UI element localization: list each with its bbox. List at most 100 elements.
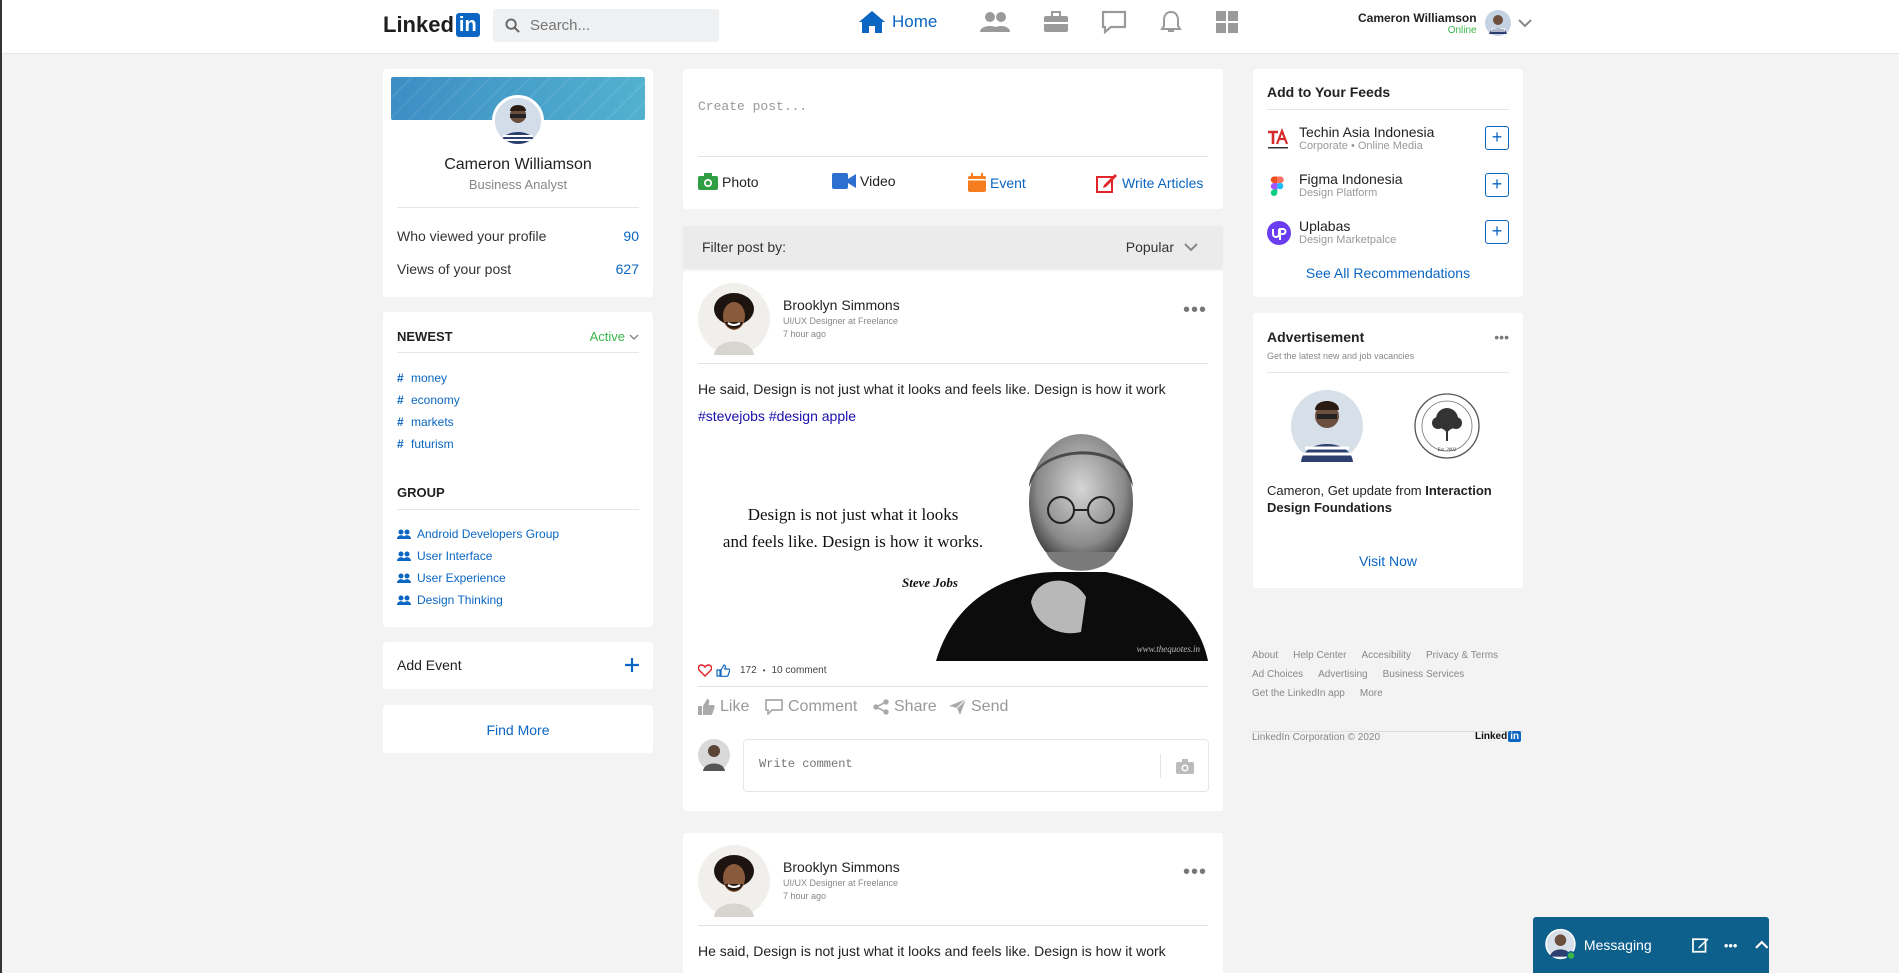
footer-link[interactable]: About: [1252, 650, 1278, 661]
send-button[interactable]: Send: [949, 698, 1008, 716]
tag-label: futurism: [411, 437, 454, 451]
comment-box: [743, 739, 1209, 792]
messaging-bar[interactable]: Messaging •••: [1533, 917, 1769, 973]
nav-messages[interactable]: [1101, 10, 1127, 34]
tag-money[interactable]: # money: [397, 371, 447, 385]
send-icon: [949, 699, 966, 715]
briefcase-icon: [1044, 11, 1069, 32]
user-status: Online: [1447, 24, 1477, 36]
comment-button[interactable]: Comment: [765, 698, 857, 716]
footer-links-row: About Help Center Accesibility Privacy & Te…: [1252, 650, 1513, 661]
footer-link[interactable]: More: [1360, 688, 1383, 699]
seal-text: Est. 2002: [1438, 448, 1457, 453]
reaction-summary[interactable]: 172 • 10 comment: [698, 664, 827, 677]
follow-plus-button[interactable]: +: [1485, 126, 1509, 150]
comment-icon: [765, 699, 783, 715]
author-avatar[interactable]: [698, 283, 770, 355]
post-image[interactable]: Design is not just what it looks and fee…: [698, 432, 1208, 661]
footer-links-row: Ad Choices Advertising Business Services: [1252, 669, 1479, 680]
nav-home[interactable]: Home: [858, 10, 937, 34]
compose-icon[interactable]: [1692, 936, 1709, 954]
footer-link[interactable]: Help Center: [1293, 650, 1346, 661]
chat-icon: [1102, 10, 1127, 34]
footer-link[interactable]: Privacy & Terms: [1426, 650, 1498, 661]
footer-link[interactable]: Accesibility: [1362, 650, 1411, 661]
write-articles-button[interactable]: Write Articles: [1096, 173, 1203, 193]
create-post-card: Create post... Photo Video Event Write A…: [683, 69, 1223, 209]
feeds-heading: Add to Your Feeds: [1267, 84, 1391, 100]
more-options-icon[interactable]: •••: [1183, 299, 1207, 322]
group-item[interactable]: Design Thinking: [397, 593, 503, 607]
event-button[interactable]: Event: [968, 173, 1026, 192]
active-label: Active: [589, 329, 625, 344]
more-options-icon[interactable]: •••: [1183, 861, 1207, 884]
more-options-icon[interactable]: •••: [1724, 938, 1738, 953]
profile-name[interactable]: Cameron Williamson: [383, 156, 653, 174]
divider: [397, 207, 639, 208]
profile-avatar[interactable]: [492, 95, 544, 147]
search-input[interactable]: [530, 17, 700, 34]
profile-stat-viewers[interactable]: Who viewed your profile 90: [397, 228, 639, 244]
video-button[interactable]: Video: [832, 173, 896, 189]
nav-apps[interactable]: [1215, 10, 1239, 34]
like-button[interactable]: Like: [698, 698, 749, 716]
feed-suggestion[interactable]: Uplabas Design Marketpalce +: [1267, 216, 1509, 252]
footer-link[interactable]: Ad Choices: [1252, 669, 1303, 680]
visit-now-link[interactable]: Visit Now: [1253, 553, 1523, 569]
find-more-card[interactable]: Find More: [383, 705, 653, 753]
footer-link[interactable]: Get the LinkedIn app: [1252, 688, 1345, 699]
author-avatar[interactable]: [698, 845, 770, 917]
share-label: Share: [894, 698, 937, 715]
feed-name: Techin Asia Indonesia: [1299, 124, 1435, 140]
group-item[interactable]: User Experience: [397, 571, 506, 585]
stat-label: Who viewed your profile: [397, 228, 547, 244]
messaging-label: Messaging: [1583, 937, 1652, 953]
post-author-name[interactable]: Brooklyn Simmons: [783, 297, 900, 313]
chevron-down-icon: [1184, 242, 1198, 251]
nav-notifications[interactable]: [1159, 10, 1183, 34]
ad-subtitle: Get the latest new and job vacancies: [1267, 351, 1415, 361]
nav-jobs[interactable]: [1043, 10, 1069, 34]
topics-card: NEWEST Active # money # economy # markets #…: [383, 312, 653, 627]
post-hashtags[interactable]: #stevejobs #design apple: [698, 408, 856, 424]
camera-icon[interactable]: [1176, 759, 1194, 774]
footer-link[interactable]: Advertising: [1318, 669, 1367, 680]
window-edge: [0, 0, 2, 973]
follow-plus-button[interactable]: +: [1485, 173, 1509, 197]
group-item[interactable]: Android Developers Group: [397, 527, 559, 541]
search-bar[interactable]: [493, 9, 719, 42]
nav-network[interactable]: [979, 10, 1011, 34]
feed-name: Figma Indonesia: [1299, 171, 1403, 187]
user-name: Cameron Williamson: [1358, 10, 1477, 25]
like-label: Like: [720, 698, 750, 715]
tag-economy[interactable]: # economy: [397, 393, 460, 407]
photo-label: Photo: [722, 173, 759, 190]
feed-suggestion[interactable]: Techin Asia Indonesia Corporate • Online…: [1267, 122, 1509, 158]
tag-futurism[interactable]: # futurism: [397, 437, 454, 451]
feed-suggestion[interactable]: Figma Indonesia Design Platform +: [1267, 169, 1509, 205]
group-item[interactable]: User Interface: [397, 549, 492, 563]
post-time: 7 hour ago: [783, 891, 827, 901]
add-event-card[interactable]: Add Event: [383, 642, 653, 689]
filter-dropdown[interactable]: Popular: [1126, 239, 1198, 255]
linkedin-logo[interactable]: Linked in: [383, 12, 480, 38]
tag-markets[interactable]: # markets: [397, 415, 454, 429]
bell-icon: [1160, 10, 1183, 32]
photo-button[interactable]: Photo: [698, 173, 759, 190]
more-options-icon[interactable]: •••: [1494, 329, 1509, 345]
post-text: He said, Design is not just what it look…: [698, 381, 1166, 397]
share-button[interactable]: Share: [873, 698, 937, 716]
footer-link[interactable]: Business Services: [1383, 669, 1465, 680]
chevron-up-icon[interactable]: [1755, 940, 1769, 950]
follow-plus-button[interactable]: +: [1485, 220, 1509, 244]
user-menu[interactable]: Cameron Williamson Online: [1358, 10, 1533, 36]
comment-input[interactable]: [759, 757, 1139, 771]
comment-count: 10 comment: [771, 665, 827, 676]
find-more-label: Find More: [486, 722, 550, 738]
profile-stat-post-views[interactable]: Views of your post 627: [397, 261, 639, 277]
post-author-name[interactable]: Brooklyn Simmons: [783, 859, 900, 875]
see-all-recommendations-link[interactable]: See All Recommendations: [1253, 265, 1523, 281]
active-dropdown[interactable]: Active: [590, 329, 639, 344]
create-post-input[interactable]: Create post...: [698, 99, 807, 114]
feed-subtitle: Corporate • Online Media: [1299, 140, 1423, 152]
